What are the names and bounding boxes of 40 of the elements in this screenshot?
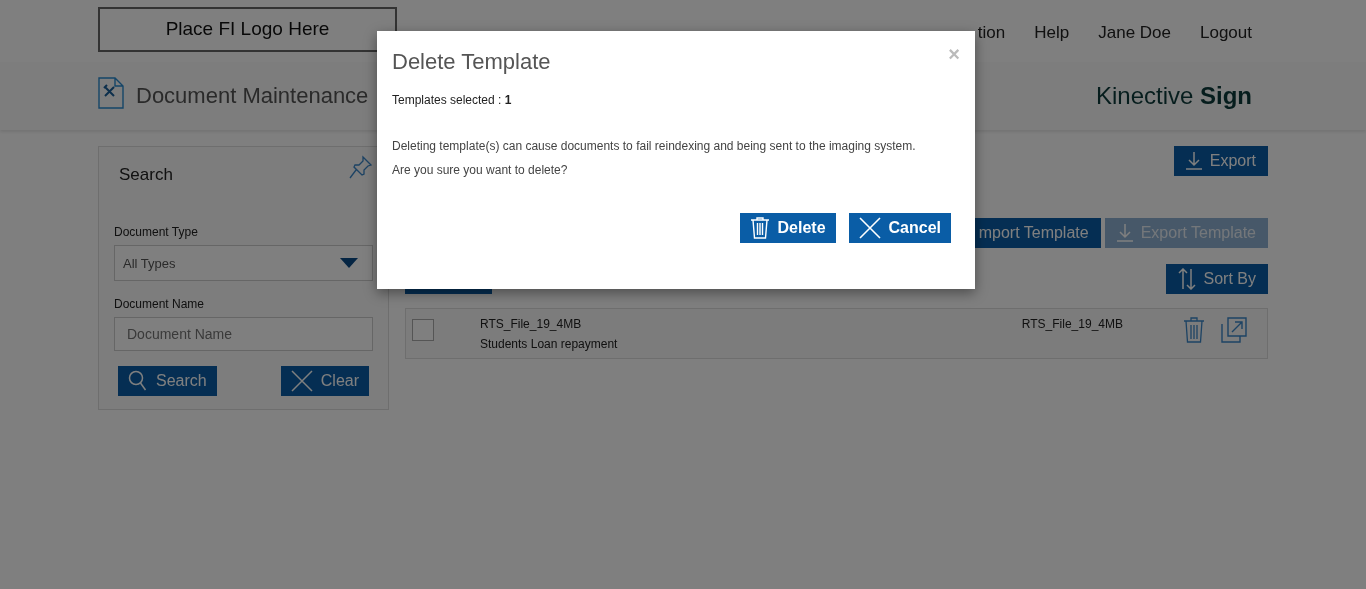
dialog-message: Are you sure you want to delete? — [392, 163, 569, 177]
trash-icon — [749, 217, 770, 239]
template-description: Students Loan repayment — [480, 337, 618, 351]
sort-icon — [1177, 268, 1196, 290]
template-row[interactable]: RTS_File_19_4MB Students Loan repayment RTS_File_19_4MB — [405, 308, 1268, 359]
dialog-message: Deleting template(s) can cause documents to fail reindexing and being sent to the imaging system. — [392, 139, 917, 153]
search-icon — [128, 370, 148, 392]
close-icon — [858, 217, 881, 239]
search-button[interactable]: Search — [118, 366, 217, 396]
logo-placeholder-text: Place FI Logo Here — [165, 18, 330, 40]
panel-title: Search — [119, 165, 173, 185]
download-icon — [1116, 224, 1133, 242]
trash-icon[interactable] — [1183, 317, 1205, 343]
pin-icon[interactable] — [349, 155, 373, 179]
page-title: Document Maintenance — [136, 83, 369, 109]
nav-link[interactable]: tion — [977, 23, 1006, 43]
checkbox[interactable] — [412, 319, 434, 341]
document-type-dropdown[interactable]: All Types — [114, 245, 373, 281]
nav-link[interactable]: Logout — [1200, 23, 1252, 43]
clear-button[interactable]: Clear — [280, 366, 369, 396]
field-label: Document Type — [114, 225, 199, 239]
delete-button[interactable]: Delete — [739, 213, 836, 243]
caret-icon — [340, 258, 358, 268]
export-button[interactable]: Export — [1173, 146, 1268, 176]
cancel-button[interactable]: Cancel — [848, 213, 951, 243]
download-icon — [1185, 152, 1202, 170]
field-label: Document Name — [114, 297, 206, 311]
external-link-icon[interactable] — [1221, 317, 1247, 343]
document-tools-icon — [98, 77, 124, 109]
dialog-title: Delete Template — [392, 49, 551, 75]
nav-link[interactable]: Jane Doe — [1098, 23, 1171, 43]
brand-name: Kinective Sign — [1095, 82, 1252, 110]
document-name-field[interactable]: Document Name — [114, 317, 373, 351]
sort-by-button[interactable]: Sort By — [1165, 264, 1268, 294]
table-cell: RTS_File_19_4MB — [1021, 317, 1123, 331]
close-button[interactable]: × — [948, 43, 960, 66]
template-name: RTS_File_19_4MB — [480, 317, 583, 331]
selected-count: Templates selected : 1 — [392, 93, 513, 107]
close-icon — [290, 370, 313, 392]
nav-link[interactable]: Help — [1034, 23, 1070, 43]
